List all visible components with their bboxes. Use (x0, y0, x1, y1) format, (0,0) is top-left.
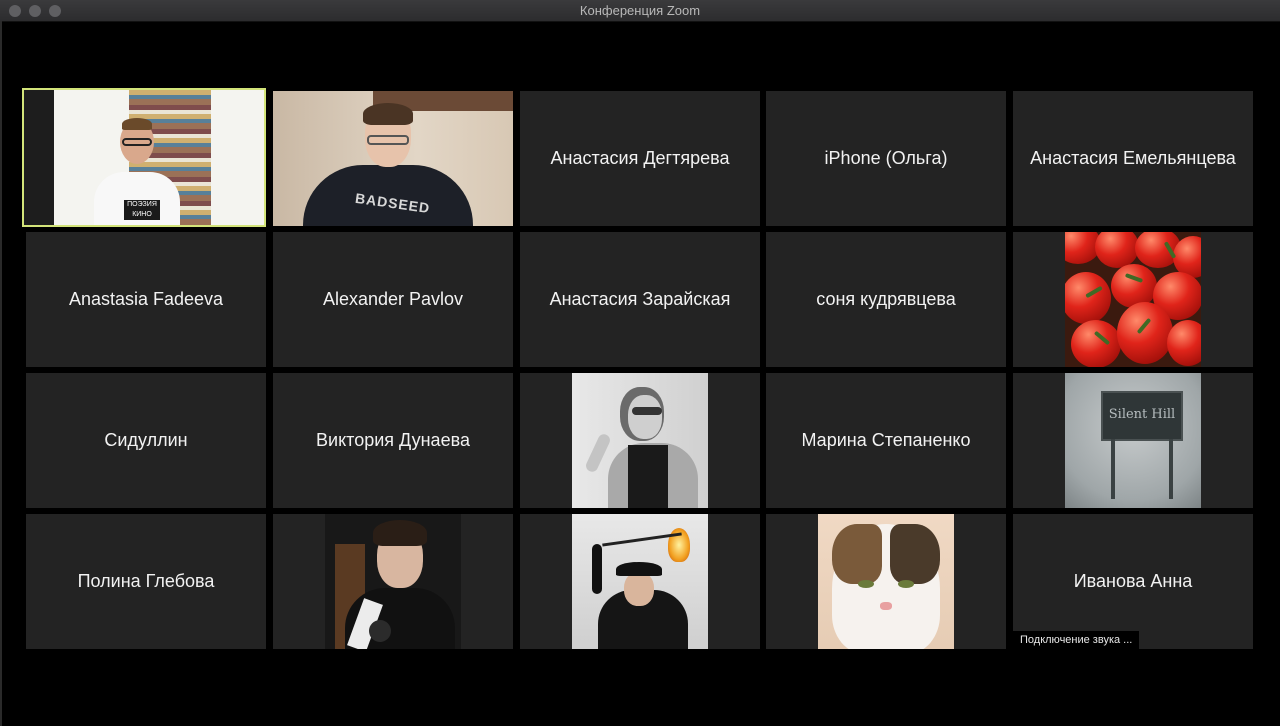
shirt-print: ПОЭЗИЯ КИНО (124, 200, 160, 220)
sign-text: Silent Hill (1101, 391, 1183, 441)
participant-tile-photo[interactable]: Silent Hill (1013, 373, 1253, 508)
participant-video-feed: BADSEED (273, 91, 513, 226)
participant-tile[interactable]: соня кудрявцева (766, 232, 1006, 367)
cat-photo (818, 514, 954, 649)
participant-name: Сидуллин (104, 430, 188, 450)
participant-name: Марина Степаненко (801, 430, 971, 450)
participant-name: Иванова Анна (1073, 571, 1193, 591)
silent-hill-photo: Silent Hill (1065, 373, 1201, 508)
participant-name: соня кудрявцева (816, 289, 956, 309)
participant-tile[interactable]: Марина Степаненко (766, 373, 1006, 508)
participant-name: Анастасия Дегтярева (550, 148, 730, 168)
participant-tile[interactable]: Иванова Анна (1013, 514, 1253, 649)
title-bar: Конференция Zoom (0, 0, 1280, 22)
participant-name: Анастасия Зарайская (549, 289, 731, 309)
window-title: Конференция Zoom (579, 3, 701, 18)
participant-tile[interactable]: iPhone (Ольга) (766, 91, 1006, 226)
participant-tile[interactable]: Анастасия Зарайская (520, 232, 760, 367)
participant-tile[interactable]: Сидуллин (26, 373, 266, 508)
participant-tile[interactable]: Alexander Pavlov (273, 232, 513, 367)
participant-tile-photo[interactable] (273, 514, 513, 649)
participant-tile-video-1[interactable]: ПОЭЗИЯ КИНО (22, 88, 266, 227)
participant-name: iPhone (Ольга) (824, 148, 948, 168)
audio-connecting-status: Подключение звука ... (1013, 631, 1140, 649)
participant-tile[interactable]: Anastasia Fadeeva (26, 232, 266, 367)
participant-tile[interactable]: Анастасия Дегтярева (520, 91, 760, 226)
participant-tile-photo[interactable] (1013, 232, 1253, 367)
participant-name: Виктория Дунаева (316, 430, 470, 450)
participant-name: Полина Глебова (77, 571, 215, 591)
participant-tile[interactable]: Виктория Дунаева (273, 373, 513, 508)
participant-tile-photo[interactable] (766, 514, 1006, 649)
portrait-photo (572, 373, 708, 508)
participant-name: Анастасия Емельянцева (1030, 148, 1236, 168)
participant-tile-photo[interactable] (520, 514, 760, 649)
tomatoes-photo (1065, 232, 1201, 367)
participant-tile-photo[interactable] (520, 373, 760, 508)
participant-name: Anastasia Fadeeva (68, 289, 224, 309)
torch-portrait-photo (572, 514, 708, 649)
participant-name: Alexander Pavlov (322, 289, 464, 309)
participant-tile[interactable]: Полина Глебова (26, 514, 266, 649)
participant-video-feed: ПОЭЗИЯ КИНО (24, 90, 264, 225)
participant-tile-video-2[interactable]: BADSEED (273, 91, 513, 226)
participant-tile[interactable]: Анастасия Емельянцева (1013, 91, 1253, 226)
portrait-photo (325, 514, 461, 649)
